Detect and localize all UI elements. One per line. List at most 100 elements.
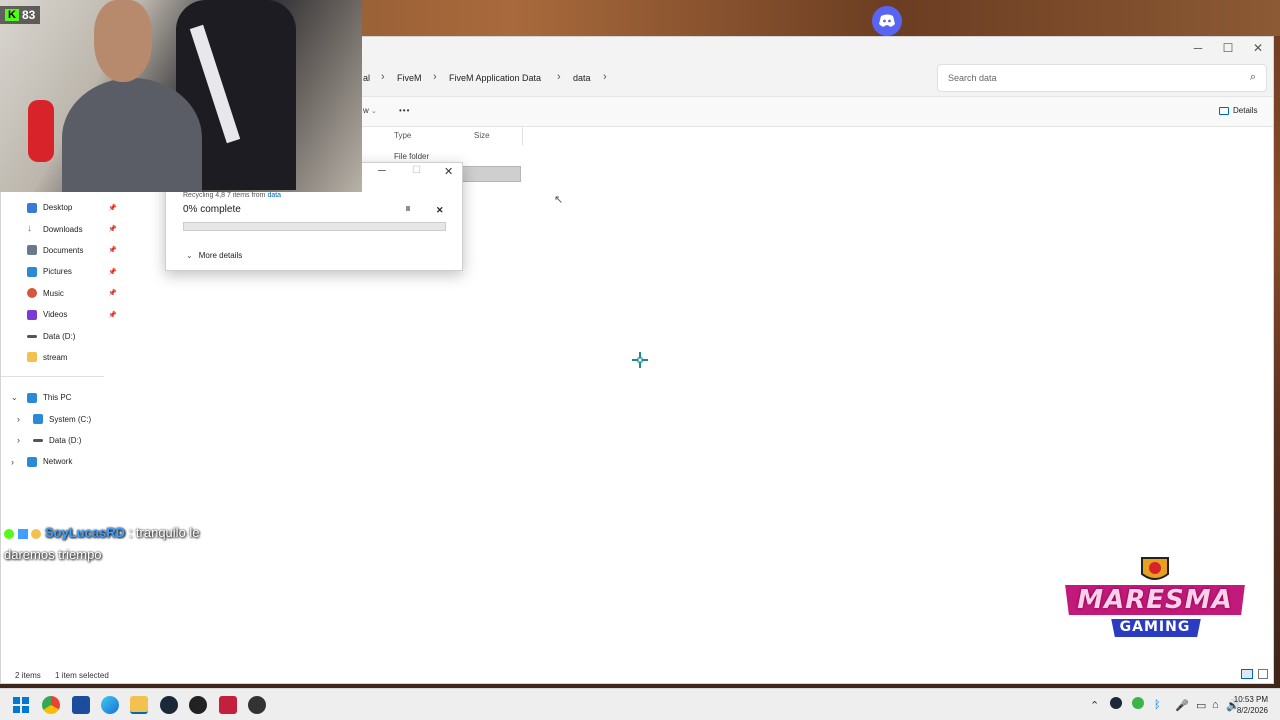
pause-button[interactable]: II xyxy=(406,206,410,213)
tree-item-this-pc[interactable]: ⌄ This PC xyxy=(11,387,131,408)
steam-icon[interactable] xyxy=(160,696,178,714)
sidebar-item-label: stream xyxy=(43,352,68,362)
file-explorer-icon[interactable] xyxy=(130,696,148,714)
music-icon xyxy=(27,288,37,299)
minimize-button[interactable]: ─ xyxy=(1183,39,1213,57)
start-button[interactable] xyxy=(12,696,30,714)
pc-icon xyxy=(27,392,37,403)
chevron-up-icon[interactable]: ⌃ xyxy=(1090,699,1099,712)
view-label: w xyxy=(363,106,369,115)
tray-app-icon[interactable] xyxy=(1132,697,1144,709)
column-type[interactable]: Type xyxy=(394,131,411,140)
move-cursor-icon xyxy=(631,351,649,369)
more-options-button[interactable]: ••• xyxy=(399,106,410,115)
chat-username: SoyLucasRD xyxy=(44,525,126,540)
details-pane-button[interactable]: Details xyxy=(1219,106,1257,115)
cancel-button[interactable]: ✕ xyxy=(436,205,444,216)
chevron-right-icon: › xyxy=(557,71,561,83)
search-icon[interactable]: ⌕ xyxy=(1250,71,1256,84)
column-divider xyxy=(522,127,523,145)
status-item-count: 2 items xyxy=(15,671,41,680)
windows-drive-icon xyxy=(33,414,43,425)
edge-icon[interactable] xyxy=(101,696,119,714)
sidebar-item-desktop[interactable]: Desktop 📌 xyxy=(27,197,117,218)
streamer-head xyxy=(94,0,152,82)
document-icon xyxy=(27,245,37,256)
breadcrumb-segment[interactable]: FiveM Application Data xyxy=(449,73,541,83)
clock-time: 10:53 PM xyxy=(1233,695,1268,704)
tree-item-data-d[interactable]: › Data (D:) xyxy=(11,430,131,451)
tree-item-label: System (C:) xyxy=(49,414,92,424)
drive-icon xyxy=(33,438,43,442)
details-view-icon[interactable] xyxy=(1241,669,1253,679)
clock[interactable]: 10:53 PM 8/2/2026 xyxy=(1232,694,1268,716)
pin-icon: 📌 xyxy=(108,268,117,276)
chrome-icon[interactable] xyxy=(42,696,60,714)
more-details-label: More details xyxy=(198,251,243,260)
steam-tray-icon[interactable] xyxy=(1110,697,1122,709)
display-icon[interactable]: ▭ xyxy=(1196,699,1206,712)
search-box[interactable]: Search data ⌕ xyxy=(937,64,1267,92)
chevron-right-icon: › xyxy=(603,71,607,83)
chevron-down-icon: ⌄ xyxy=(186,251,193,260)
tiles-view-icon[interactable] xyxy=(1258,669,1268,679)
subscriber-badge-icon xyxy=(17,528,28,539)
subtitle-prefix: Recycling 4 xyxy=(183,192,220,199)
maximize-button[interactable]: ☐ xyxy=(1213,39,1243,57)
webcam-overlay: K 83 xyxy=(0,0,362,192)
chevron-right-icon[interactable]: › xyxy=(17,414,27,424)
sidebar-item-label: Documents xyxy=(43,245,84,255)
sidebar-item-downloads[interactable]: ↓ Downloads 📌 xyxy=(27,218,117,239)
sidebar-item-stream[interactable]: stream xyxy=(27,347,117,368)
microphone xyxy=(28,100,54,162)
view-button[interactable]: w ⌄ xyxy=(363,106,377,115)
chat-overlay: SoyLucasRD : tranquilo le daremos triemp… xyxy=(4,522,244,566)
nav-divider xyxy=(1,376,104,377)
game-icon[interactable] xyxy=(248,696,266,714)
desktop-icon xyxy=(27,202,37,213)
dialog-close-button[interactable]: ✕ xyxy=(444,165,453,178)
breadcrumb-segment[interactable]: FiveM xyxy=(397,73,422,83)
viewer-count: 83 xyxy=(21,8,36,22)
network-tray-icon[interactable]: ⌂ xyxy=(1212,699,1219,711)
calculator-icon[interactable] xyxy=(72,696,90,714)
videos-icon xyxy=(27,309,37,320)
chevron-right-icon: › xyxy=(433,71,437,83)
microphone-icon[interactable]: 🎤 xyxy=(1175,699,1189,712)
chat-message: SoyLucasRD : tranquilo le daremos triemp… xyxy=(4,522,244,566)
obs-icon[interactable] xyxy=(189,696,207,714)
breadcrumb-segment[interactable]: data xyxy=(573,73,591,83)
verified-badge-icon xyxy=(4,528,14,539)
sidebar-item-label: Videos xyxy=(43,310,68,320)
close-window-button[interactable]: ✕ xyxy=(1243,39,1273,57)
tree-item-network[interactable]: › Network xyxy=(11,451,131,472)
sidebar-item-documents[interactable]: Documents 📌 xyxy=(27,240,117,261)
status-selected: 1 item selected xyxy=(55,671,109,680)
chevron-down-icon[interactable]: ⌄ xyxy=(11,393,21,402)
bluetooth-icon[interactable]: ᛒ xyxy=(1154,699,1161,711)
search-input[interactable]: Search data xyxy=(948,73,997,83)
quick-access-list: Desktop 📌 ↓ Downloads 📌 Documents 📌 Pict… xyxy=(27,197,117,368)
chevron-right-icon[interactable]: › xyxy=(17,435,27,445)
sidebar-item-pictures[interactable]: Pictures 📌 xyxy=(27,261,117,282)
tree-item-label: This PC xyxy=(43,393,72,403)
breadcrumb-segment[interactable]: al xyxy=(363,73,370,83)
column-size[interactable]: Size xyxy=(474,131,490,140)
sidebar-item-data-drive[interactable]: Data (D:) xyxy=(27,325,117,346)
subtitle-link[interactable]: data xyxy=(267,192,281,199)
progress-bar xyxy=(183,222,446,231)
app-icon[interactable] xyxy=(219,696,237,714)
pin-icon: 📌 xyxy=(108,226,117,234)
pictures-icon xyxy=(27,266,37,277)
tree-item-system-c[interactable]: › System (C:) xyxy=(11,408,131,429)
sidebar-item-music[interactable]: Music 📌 xyxy=(27,283,117,304)
chevron-right-icon[interactable]: › xyxy=(11,457,21,467)
tree-item-label: Data (D:) xyxy=(49,435,82,445)
dialog-maximize-button: ☐ xyxy=(412,165,421,176)
more-details-toggle[interactable]: ⌄ More details xyxy=(186,251,242,260)
discord-icon[interactable] xyxy=(872,6,902,36)
network-icon xyxy=(27,456,37,467)
details-pane-icon xyxy=(1219,106,1229,115)
dialog-minimize-button[interactable]: ─ xyxy=(378,165,386,177)
sidebar-item-videos[interactable]: Videos 📌 xyxy=(27,304,117,325)
